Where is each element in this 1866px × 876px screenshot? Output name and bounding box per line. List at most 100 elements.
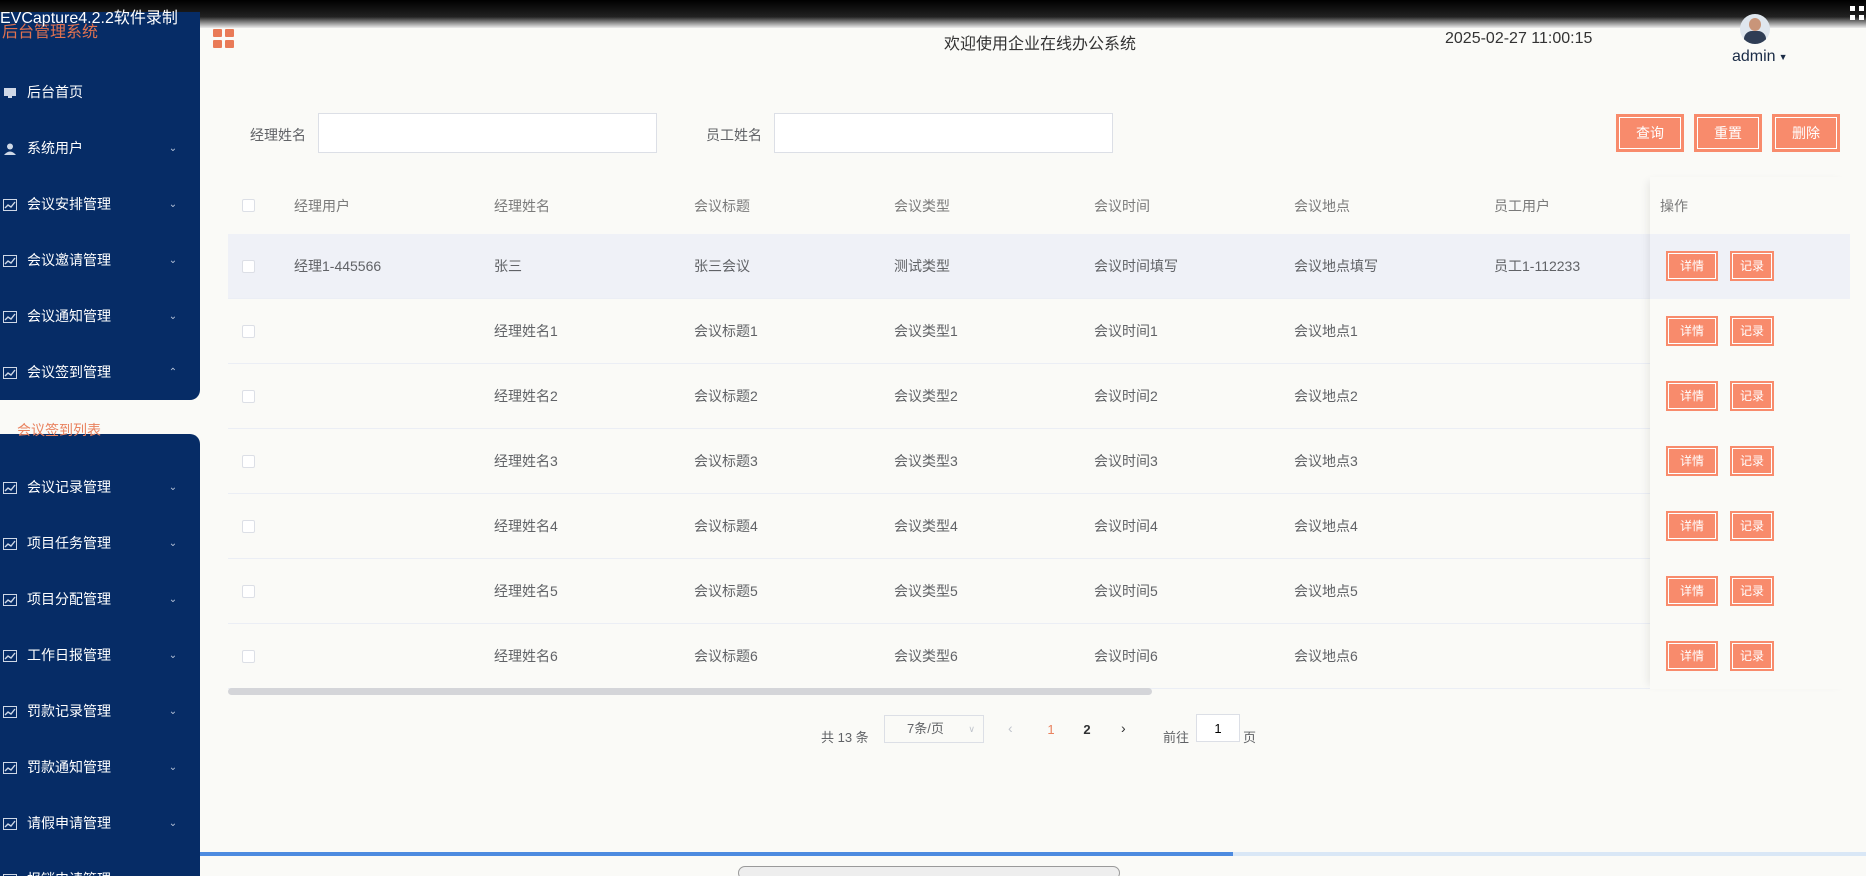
record-button[interactable]: 记录 xyxy=(1730,381,1774,411)
table-row[interactable]: 经理姓名4 会议标题4 会议类型4 会议时间4 会议地点4 xyxy=(228,494,1850,559)
employee-name-input[interactable] xyxy=(774,113,1113,153)
next-page-icon[interactable]: › xyxy=(1121,720,1126,736)
sidebar-item-11[interactable]: 罚款通知管理 ⌄ xyxy=(0,747,200,787)
sidebar-item-12[interactable]: 请假申请管理 ⌄ xyxy=(0,803,200,843)
table-cell: 经理姓名2 xyxy=(494,388,558,404)
table-cell: 会议类型2 xyxy=(894,388,958,404)
table-cell: 会议时间3 xyxy=(1094,453,1158,469)
recorder-expand-icon[interactable] xyxy=(1850,6,1864,20)
table-cell: 会议地点5 xyxy=(1294,583,1358,599)
sidebar-item-9[interactable]: 工作日报管理 ⌄ xyxy=(0,635,200,675)
action-column: 操作 详情 记录 详情 记录 详情 记录 详情 记录 详情 记录 详情 记录 详情 记录 xyxy=(1650,177,1850,689)
sidebar-item-2[interactable]: 会议安排管理 ⌄ xyxy=(0,184,200,224)
table-cell: 会议标题1 xyxy=(694,323,758,339)
goto-page-input[interactable] xyxy=(1196,714,1240,742)
table-row[interactable]: 经理1-445566 张三 张三会议 测试类型 会议时间填写 会议地点填写 员工1-1122… xyxy=(228,234,1850,299)
recorder-strip xyxy=(0,0,1866,28)
table-cell: 会议标题4 xyxy=(694,518,758,534)
sidebar-item-label: 项目任务管理 xyxy=(27,535,111,551)
avatar[interactable] xyxy=(1740,14,1770,44)
delete-button[interactable]: 删除 xyxy=(1772,114,1840,152)
chevron-down-icon: ⌄ xyxy=(168,649,178,661)
detail-button[interactable]: 详情 xyxy=(1666,251,1718,281)
chevron-down-icon: ⌄ xyxy=(168,817,178,829)
row-checkbox[interactable] xyxy=(242,390,255,403)
record-button[interactable]: 记录 xyxy=(1730,316,1774,346)
sidebar-item-label: 项目分配管理 xyxy=(27,591,111,607)
prev-page-icon[interactable]: ‹ xyxy=(1008,720,1013,736)
employee-name-label: 员工姓名 xyxy=(706,127,762,143)
table-cell: 会议标题3 xyxy=(694,453,758,469)
table-row[interactable]: 经理姓名5 会议标题5 会议类型5 会议时间5 会议地点5 xyxy=(228,559,1850,624)
table-cell: 会议标题6 xyxy=(694,648,758,664)
detail-button[interactable]: 详情 xyxy=(1666,316,1718,346)
sidebar-item-10[interactable]: 罚款记录管理 ⌄ xyxy=(0,691,200,731)
username: admin xyxy=(1732,48,1776,65)
table-cell: 经理姓名4 xyxy=(494,518,558,534)
query-button[interactable]: 查询 xyxy=(1616,114,1684,152)
table-row[interactable]: 经理姓名2 会议标题2 会议类型2 会议时间2 会议地点2 xyxy=(228,364,1850,429)
manager-name-input[interactable] xyxy=(318,113,657,153)
menu-grid-icon[interactable] xyxy=(213,29,235,49)
sidebar-item-5[interactable]: 会议签到管理 ⌃ xyxy=(0,352,200,392)
select-all-checkbox[interactable] xyxy=(242,199,255,212)
row-checkbox[interactable] xyxy=(242,455,255,468)
detail-button[interactable]: 详情 xyxy=(1666,641,1718,671)
sidebar-item-1[interactable]: 系统用户 ⌄ xyxy=(0,128,200,168)
chevron-down-icon: ∨ xyxy=(968,724,975,734)
table-cell: 经理姓名6 xyxy=(494,648,558,664)
table-cell: 会议地点3 xyxy=(1294,453,1358,469)
sidebar-item-0[interactable]: 后台首页 xyxy=(0,72,200,112)
record-button[interactable]: 记录 xyxy=(1730,511,1774,541)
page-number[interactable]: 1 xyxy=(1041,722,1061,737)
chart-icon xyxy=(3,761,17,774)
record-button[interactable]: 记录 xyxy=(1730,641,1774,671)
table-cell: 员工1-112233 xyxy=(1494,258,1581,274)
sidebar: 后台管理系统 后台首页 系统用户 ⌄ 会议安排管理 ⌄ 会议邀请管理 ⌄ 会议通知管理 ⌄ 会议签… xyxy=(0,12,200,876)
sidebar-item-label: 系统用户 xyxy=(27,140,83,156)
pagination-total: 共 13 条 xyxy=(821,730,869,745)
row-checkbox[interactable] xyxy=(242,520,255,533)
table-scrollbar[interactable] xyxy=(228,688,1152,695)
page-size-value: 7条/页 xyxy=(907,721,944,736)
table-row[interactable]: 经理姓名6 会议标题6 会议类型6 会议时间6 会议地点6 xyxy=(228,624,1850,689)
data-table: 经理用户 经理姓名 会议标题 会议类型 会议时间 会议地点 员工用户 经理1-445566 张… xyxy=(228,177,1850,707)
page-size-select[interactable]: 7条/页 ∨ xyxy=(884,715,984,743)
table-cell: 张三 xyxy=(494,258,522,274)
row-checkbox[interactable] xyxy=(242,325,255,338)
sidebar-item-7[interactable]: 项目任务管理 ⌄ xyxy=(0,523,200,563)
sidebar-item-6[interactable]: 会议记录管理 ⌄ xyxy=(0,467,200,507)
detail-button[interactable]: 详情 xyxy=(1666,511,1718,541)
table-cell: 会议类型5 xyxy=(894,583,958,599)
sidebar-item-3[interactable]: 会议邀请管理 ⌄ xyxy=(0,240,200,280)
table-cell: 会议类型6 xyxy=(894,648,958,664)
detail-button[interactable]: 详情 xyxy=(1666,576,1718,606)
reset-button[interactable]: 重置 xyxy=(1694,114,1762,152)
record-button[interactable]: 记录 xyxy=(1730,251,1774,281)
user-menu[interactable]: admin ▼ xyxy=(1732,48,1788,66)
page-number[interactable]: 2 xyxy=(1077,722,1097,737)
sidebar-item-8[interactable]: 项目分配管理 ⌄ xyxy=(0,579,200,619)
table-cell: 会议地点4 xyxy=(1294,518,1358,534)
detail-button[interactable]: 详情 xyxy=(1666,446,1718,476)
sidebar-item-4[interactable]: 会议通知管理 ⌄ xyxy=(0,296,200,336)
table-cell: 会议时间填写 xyxy=(1094,258,1178,274)
detail-button[interactable]: 详情 xyxy=(1666,381,1718,411)
record-button[interactable]: 记录 xyxy=(1730,576,1774,606)
chevron-down-icon: ⌄ xyxy=(168,198,178,210)
sidebar-item-13[interactable]: 报销申请管理⌄ xyxy=(0,859,200,876)
chevron-down-icon: ⌄ xyxy=(168,593,178,605)
row-checkbox[interactable] xyxy=(242,650,255,663)
recorder-controls[interactable] xyxy=(738,866,1120,876)
table-row[interactable]: 经理姓名3 会议标题3 会议类型3 会议时间3 会议地点3 xyxy=(228,429,1850,494)
table-cell: 会议地点2 xyxy=(1294,388,1358,404)
chevron-down-icon: ⌄ xyxy=(168,537,178,549)
chevron-down-icon: ⌄ xyxy=(168,761,178,773)
table-row[interactable]: 经理姓名1 会议标题1 会议类型1 会议时间1 会议地点1 xyxy=(228,299,1850,364)
row-checkbox[interactable] xyxy=(242,585,255,598)
record-button[interactable]: 记录 xyxy=(1730,446,1774,476)
column-header: 经理用户 xyxy=(294,197,350,214)
table-cell: 张三会议 xyxy=(694,258,750,274)
sidebar-subitem-sign-list[interactable]: 会议签到列表 xyxy=(0,408,200,452)
row-checkbox[interactable] xyxy=(242,260,255,273)
